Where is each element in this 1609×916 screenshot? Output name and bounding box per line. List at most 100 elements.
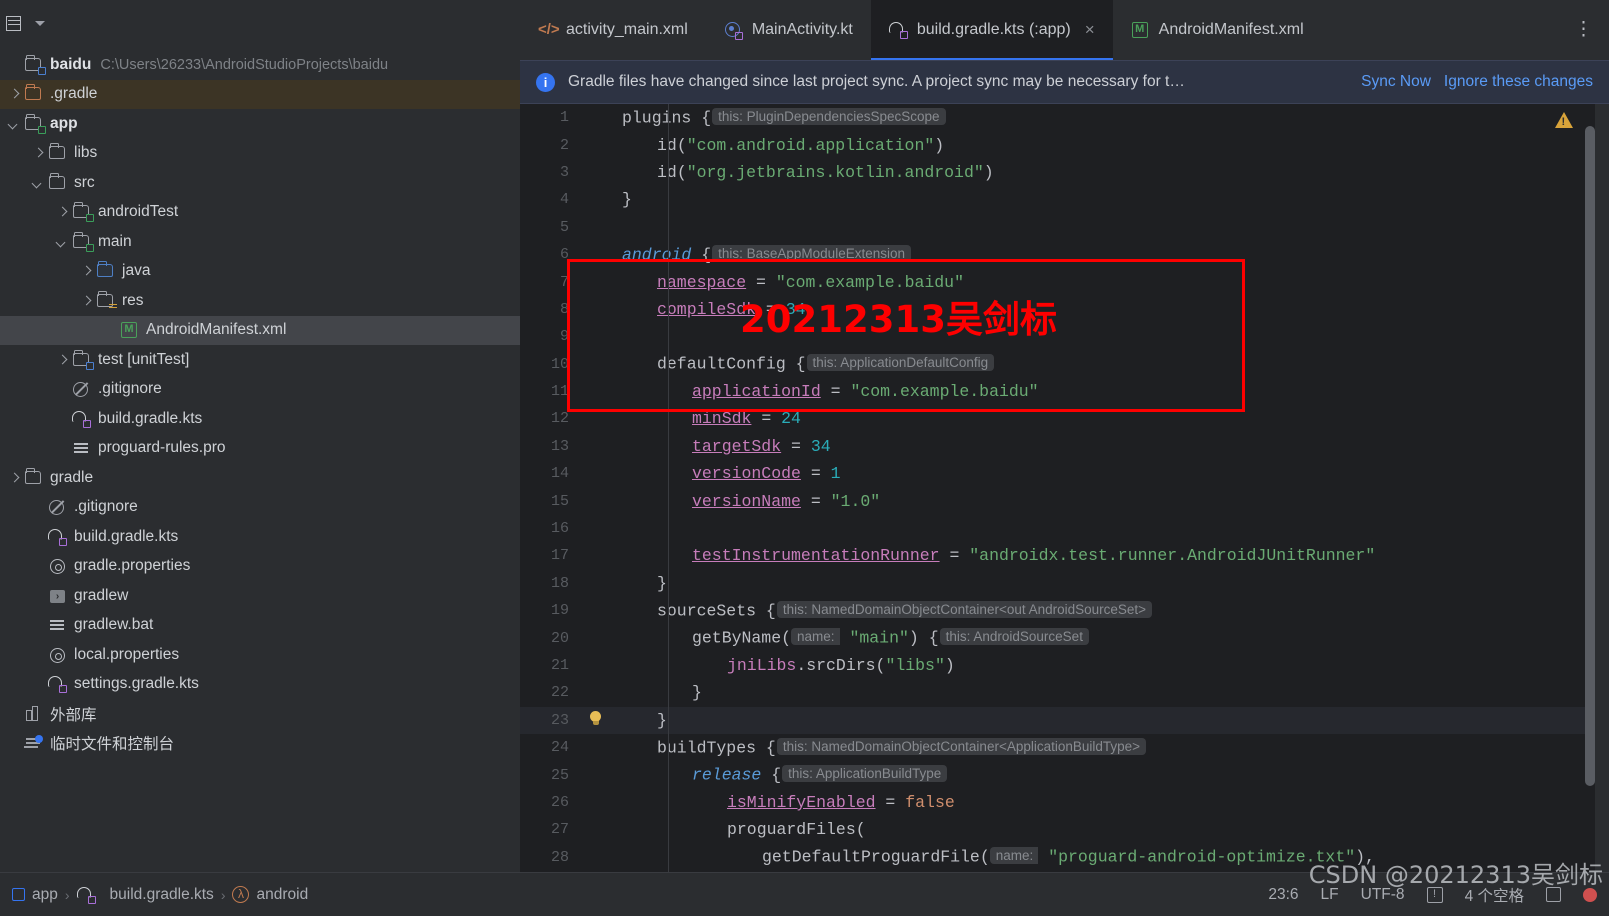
gradle-kts-icon bbox=[76, 886, 97, 904]
tree-item-local-properties[interactable]: local.properties bbox=[0, 640, 520, 670]
code-line-18[interactable]: 18} bbox=[520, 570, 1609, 597]
tree-item-gradlew[interactable]: › gradlew bbox=[0, 581, 520, 611]
code-line-2[interactable]: 2 id("com.android.application") bbox=[520, 131, 1609, 158]
code-line-16[interactable]: 16 bbox=[520, 515, 1609, 542]
tree-item-build-gradle-kts[interactable]: build.gradle.kts bbox=[0, 522, 520, 552]
code-line-17[interactable]: 17 testInstrumentationRunner = "androidx.… bbox=[520, 542, 1609, 569]
sync-now-link[interactable]: Sync Now bbox=[1361, 73, 1431, 91]
tab-label: activity_main.xml bbox=[566, 21, 688, 38]
caret-position[interactable]: 23:6 bbox=[1268, 886, 1298, 904]
tab-mainactivity-kt[interactable]: MainActivity.kt bbox=[706, 0, 871, 60]
code-line-1[interactable]: 1 plugins {this: PluginDependenciesSpecSc… bbox=[520, 104, 1609, 131]
tree-item-libs[interactable]: libs bbox=[0, 139, 520, 169]
project-sidebar: baidu C:\Users\26233\AndroidStudioProjec… bbox=[0, 0, 520, 872]
more-options-icon[interactable]: ⋮ bbox=[1558, 0, 1609, 60]
tree-item-test-unittest[interactable]: test [unitTest] bbox=[0, 345, 520, 375]
tree-item-label: 外部库 bbox=[50, 706, 97, 724]
vertical-scrollbar[interactable] bbox=[1585, 126, 1595, 786]
breadcrumb-item-app[interactable]: app bbox=[12, 886, 58, 904]
chevron-down-icon[interactable] bbox=[35, 20, 45, 26]
chevron-down-icon[interactable] bbox=[30, 175, 46, 191]
code-line-4[interactable]: 4} bbox=[520, 186, 1609, 213]
tree-item-src[interactable]: src bbox=[0, 168, 520, 198]
chevron-down-icon[interactable] bbox=[6, 116, 22, 132]
code-line-12[interactable]: 12 minSdk = 24 bbox=[520, 405, 1609, 432]
warning-triangle-icon[interactable] bbox=[1555, 112, 1573, 128]
code-line-3[interactable]: 3 id("org.jetbrains.kotlin.android") bbox=[520, 159, 1609, 186]
tab-activity-main-xml[interactable]: </> activity_main.xml bbox=[520, 0, 706, 60]
code-line-25[interactable]: 25 release {this: ApplicationBuildType bbox=[520, 761, 1609, 788]
editor-tabbar[interactable]: </> activity_main.xml MainActivity.kt build… bbox=[520, 0, 1609, 60]
line-number: 11 bbox=[550, 383, 569, 401]
line-number: 18 bbox=[550, 574, 569, 592]
project-tree[interactable]: baidu C:\Users\26233\AndroidStudioProjec… bbox=[0, 46, 520, 758]
tab-androidmanifest-xml[interactable]: M AndroidManifest.xml bbox=[1113, 0, 1322, 60]
tree-item-gradle-properties[interactable]: gradle.properties bbox=[0, 552, 520, 582]
chevron-right-icon[interactable] bbox=[54, 352, 70, 368]
intention-bulb-icon[interactable] bbox=[588, 710, 603, 730]
breadcrumb-label: app bbox=[32, 885, 58, 903]
chevron-right-icon[interactable] bbox=[6, 470, 22, 486]
tree-item-gitignore[interactable]: .gitignore bbox=[0, 493, 520, 523]
ignore-changes-link[interactable]: Ignore these changes bbox=[1444, 73, 1593, 91]
tree-item-app[interactable]: app bbox=[0, 109, 520, 139]
code-line-11[interactable]: 11 applicationId = "com.example.baidu" bbox=[520, 378, 1609, 405]
breadcrumb-item-android[interactable]: λ android bbox=[232, 886, 308, 904]
tab-build-gradle-kts-app[interactable]: build.gradle.kts (:app) × bbox=[870, 0, 1113, 60]
line-number: 27 bbox=[550, 821, 569, 839]
chevron-right-icon[interactable] bbox=[78, 293, 94, 309]
tree-item-res[interactable]: res bbox=[0, 286, 520, 316]
code-lines[interactable]: 1 plugins {this: PluginDependenciesSpecSc… bbox=[520, 104, 1609, 872]
code-editor[interactable]: 1 plugins {this: PluginDependenciesSpecSc… bbox=[520, 104, 1609, 872]
code-line-10[interactable]: 10 defaultConfig {this: ApplicationDefaul… bbox=[520, 351, 1609, 378]
code-line-26[interactable]: 26 isMinifyEnabled = false bbox=[520, 789, 1609, 816]
tree-item-gradlew-bat[interactable]: gradlew.bat bbox=[0, 611, 520, 641]
project-panel-header[interactable] bbox=[0, 0, 520, 46]
tree-root-project[interactable]: baidu C:\Users\26233\AndroidStudioProjec… bbox=[0, 50, 520, 80]
line-number: 23 bbox=[550, 711, 569, 729]
code-line-7[interactable]: 7 namespace = "com.example.baidu" bbox=[520, 268, 1609, 295]
tree-item-java[interactable]: java bbox=[0, 257, 520, 287]
chevron-right-icon[interactable] bbox=[6, 86, 22, 102]
code-line-23[interactable]: 23} bbox=[520, 706, 1609, 734]
code-line-22[interactable]: 22} bbox=[520, 679, 1609, 706]
breadcrumb[interactable]: app › build.gradle.kts › λ android bbox=[12, 886, 308, 904]
chevron-right-icon[interactable] bbox=[78, 263, 94, 279]
chevron-down-icon[interactable] bbox=[54, 234, 70, 250]
code-line-21[interactable]: 21 jniLibs.srcDirs("libs") bbox=[520, 652, 1609, 679]
breadcrumb-item-build-gradle-kts[interactable]: build.gradle.kts bbox=[76, 886, 214, 904]
chevron-right-icon[interactable] bbox=[54, 204, 70, 220]
code-line-15[interactable]: 15 versionName = "1.0" bbox=[520, 487, 1609, 514]
code-text: getDefaultProguardFile(name: "proguard-a… bbox=[762, 847, 1375, 867]
code-line-5[interactable]: 5 bbox=[520, 214, 1609, 241]
tree-item-build-gradle-kts[interactable]: build.gradle.kts bbox=[0, 404, 520, 434]
tree-item-gradle[interactable]: gradle bbox=[0, 463, 520, 493]
indent-guide bbox=[668, 104, 669, 872]
tree-item-settings-gradle-kts[interactable]: settings.gradle.kts bbox=[0, 670, 520, 700]
tree-item-gradle[interactable]: .gradle bbox=[0, 79, 520, 109]
module-folder-blue-icon bbox=[72, 349, 94, 370]
code-line-6[interactable]: 6 android {this: BaseAppModuleExtension bbox=[520, 241, 1609, 268]
code-line-27[interactable]: 27 proguardFiles( bbox=[520, 816, 1609, 843]
tree-item-外部库[interactable]: 外部库 bbox=[0, 699, 520, 729]
code-line-20[interactable]: 20 getByName(name: "main") {this: Android… bbox=[520, 624, 1609, 651]
code-line-9[interactable]: 9 bbox=[520, 323, 1609, 350]
code-line-14[interactable]: 14 versionCode = 1 bbox=[520, 460, 1609, 487]
tree-item-gitignore[interactable]: .gitignore bbox=[0, 375, 520, 405]
close-icon[interactable]: × bbox=[1085, 20, 1095, 40]
code-line-8[interactable]: 8 compileSdk = 34 bbox=[520, 296, 1609, 323]
tree-item-androidtest[interactable]: androidTest bbox=[0, 198, 520, 228]
code-text: getByName(name: "main") {this: AndroidSo… bbox=[692, 628, 1090, 648]
chevron-right-icon[interactable] bbox=[30, 145, 46, 161]
code-line-13[interactable]: 13 targetSdk = 34 bbox=[520, 433, 1609, 460]
tree-item-临时文件和控制台[interactable]: 临时文件和控制台 bbox=[0, 729, 520, 759]
line-number: 26 bbox=[550, 793, 569, 811]
code-line-24[interactable]: 24 buildTypes {this: NamedDomainObjectCon… bbox=[520, 734, 1609, 761]
tree-item-androidmanifest-xml[interactable]: M AndroidManifest.xml bbox=[0, 315, 520, 345]
tree-item-main[interactable]: main bbox=[0, 227, 520, 257]
code-line-19[interactable]: 19 sourceSets {this: NamedDomainObjectCon… bbox=[520, 597, 1609, 624]
tree-item-proguard-rules-pro[interactable]: proguard-rules.pro bbox=[0, 434, 520, 464]
